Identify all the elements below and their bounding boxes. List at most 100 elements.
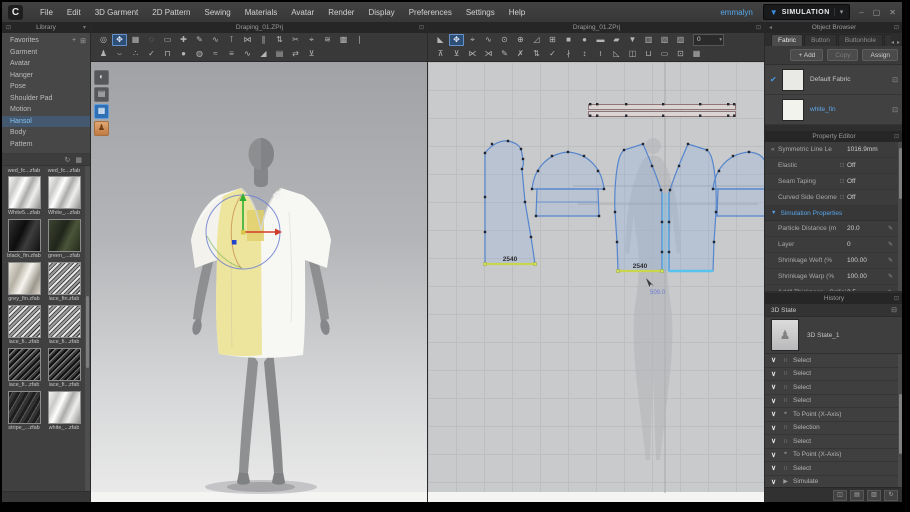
edit-point-icon[interactable]: ⌖ bbox=[465, 34, 480, 46]
sync-icon[interactable]: ⇄ bbox=[288, 48, 303, 60]
menu-item[interactable]: Display bbox=[361, 8, 401, 17]
property-value[interactable]: 100.00 bbox=[847, 257, 885, 264]
select-mesh-icon[interactable]: ▦ bbox=[128, 34, 143, 46]
object-browser-tab[interactable]: Topstitch bbox=[884, 34, 891, 46]
state-thumbnail[interactable]: ♟ bbox=[771, 319, 799, 351]
add-point-icon[interactable]: ⊕ bbox=[513, 34, 528, 46]
panel-collapse-icon[interactable]: ◂ bbox=[769, 24, 772, 31]
detach-sew-icon[interactable]: ✗ bbox=[513, 48, 528, 60]
seam-allowance-icon[interactable]: ▧ bbox=[657, 34, 672, 46]
fabric-thumbnail[interactable] bbox=[8, 176, 41, 209]
maximize-button[interactable]: ▢ bbox=[873, 8, 881, 17]
show-avatar-icon[interactable]: ♟ bbox=[94, 121, 109, 136]
library-folder-item[interactable]: Body bbox=[2, 127, 90, 139]
app-logo-icon[interactable]: C bbox=[8, 5, 23, 20]
fabric-thumbnail[interactable] bbox=[48, 305, 81, 338]
gizmo-depth-point[interactable] bbox=[232, 240, 237, 245]
history-header[interactable]: History ⊡ bbox=[765, 293, 902, 304]
viewport-2d-header[interactable]: Draping_01.ZPrj ⊡ bbox=[428, 22, 765, 33]
pattern-sleeve-right[interactable] bbox=[713, 152, 765, 216]
fabric-name[interactable]: white_fin bbox=[810, 106, 892, 113]
clone-pattern-icon[interactable]: ⊞ bbox=[545, 34, 560, 46]
view-thumb-icon[interactable]: ◫ bbox=[833, 490, 847, 501]
transform-icon[interactable]: ✚ bbox=[176, 34, 191, 46]
menu-item[interactable]: Avatar bbox=[284, 8, 321, 17]
menu-item[interactable]: Settings bbox=[459, 8, 502, 17]
fabric-file-label[interactable]: wed_fc...zfab bbox=[47, 168, 81, 174]
history-options-icon[interactable]: ⊟ bbox=[891, 306, 897, 314]
select-move-icon[interactable]: ✥ bbox=[112, 34, 127, 46]
property-value[interactable]: 100.00 bbox=[847, 273, 885, 280]
menu-item[interactable]: 3D Garment bbox=[88, 8, 146, 17]
layout-icon[interactable]: ▦ bbox=[689, 48, 704, 60]
arrange-points-icon[interactable]: ∴ bbox=[128, 48, 143, 60]
gizmo-origin[interactable] bbox=[241, 230, 246, 235]
fabric-thumbnail[interactable] bbox=[48, 219, 81, 252]
topstitch-icon[interactable]: ≈ bbox=[208, 48, 223, 60]
edit-sew-icon[interactable]: ✎ bbox=[497, 48, 512, 60]
history-item[interactable]: ∨ ⌖ To Point (X-Axis) bbox=[765, 408, 902, 422]
checkbox-icon[interactable]: □ bbox=[840, 194, 844, 201]
steam-icon[interactable]: ≋ bbox=[320, 34, 335, 46]
fabric-item[interactable]: green_...zfab bbox=[47, 219, 81, 259]
fabric-file-label[interactable]: wed_fc...zfab bbox=[7, 168, 41, 174]
chevron-down-icon[interactable]: ▾ bbox=[83, 24, 86, 31]
edit-curve-icon[interactable]: ∿ bbox=[481, 34, 496, 46]
close-button[interactable]: ✕ bbox=[889, 8, 896, 17]
tab-scroll-right-icon[interactable]: ▸ bbox=[897, 39, 900, 46]
solidify-icon[interactable]: ▩ bbox=[336, 34, 351, 46]
view-list-icon[interactable]: ▤ bbox=[850, 490, 864, 501]
pleat-icon[interactable]: ▥ bbox=[641, 34, 656, 46]
texture-editor-icon[interactable]: ▨ bbox=[673, 34, 688, 46]
history-item[interactable]: ∨ ∷ Select bbox=[765, 462, 902, 476]
history-state-item[interactable]: ♟ 3D State_1 bbox=[765, 317, 902, 354]
show-internal-lines-icon[interactable]: ▤ bbox=[94, 87, 109, 102]
sew-segment-icon[interactable]: ∥ bbox=[256, 34, 271, 46]
reset-history-icon[interactable]: ↻ bbox=[884, 490, 898, 501]
tab-scroll-left-icon[interactable]: ◂ bbox=[891, 39, 894, 46]
property-value[interactable]: 0 bbox=[847, 241, 885, 248]
fabric-thumbnail[interactable] bbox=[48, 391, 81, 424]
menu-item[interactable]: Preferences bbox=[402, 8, 459, 17]
viewport-3d-header[interactable]: Draping_01.ZPrj ⊡ bbox=[91, 22, 428, 33]
transform-2d-icon[interactable]: ◣ bbox=[433, 34, 448, 46]
fabric-item[interactable]: White_...zfab bbox=[47, 176, 81, 216]
property-value[interactable]: Off bbox=[847, 178, 885, 185]
hanger-icon[interactable]: ⊓ bbox=[160, 48, 175, 60]
history-item[interactable]: ∨ ∷ Select bbox=[765, 395, 902, 409]
pattern-sleeve-left[interactable] bbox=[532, 152, 604, 216]
fabric-item[interactable]: lace_fi...zfab bbox=[7, 305, 41, 345]
fabric-list-item[interactable]: white_fin ⊡ bbox=[765, 95, 902, 125]
simulation-properties-section[interactable]: ▼ Simulation Properties bbox=[765, 206, 902, 221]
segment-sew-icon[interactable]: ⊻ bbox=[449, 48, 464, 60]
add-fabric-button[interactable]: + Add bbox=[790, 49, 823, 61]
fabric-item[interactable]: White5...zfab bbox=[7, 176, 41, 216]
panel-float-icon[interactable]: ⊡ bbox=[894, 24, 899, 31]
grainline-icon[interactable]: ↕ bbox=[577, 48, 592, 60]
library-folder-item[interactable]: Shoulder Pad bbox=[2, 93, 90, 105]
property-value[interactable]: Off bbox=[847, 194, 885, 201]
edit-pencil-icon[interactable]: ✎ bbox=[885, 257, 893, 264]
history-item[interactable]: ∨ ∷ Select bbox=[765, 354, 902, 368]
pattern-front-right[interactable] bbox=[669, 144, 716, 271]
render-style-icon[interactable]: ◐ bbox=[94, 70, 109, 85]
menu-item[interactable]: Edit bbox=[60, 8, 88, 17]
user-name[interactable]: emmalyn bbox=[720, 8, 752, 17]
library-folder-item[interactable]: Pose bbox=[2, 81, 90, 93]
edit-curve-3d-icon[interactable]: ∿ bbox=[208, 34, 223, 46]
assign-fabric-button[interactable]: Assign bbox=[862, 49, 898, 61]
menu-item[interactable]: Help bbox=[502, 8, 532, 17]
property-value[interactable]: Off bbox=[847, 162, 885, 169]
library-folder-item[interactable]: Motion bbox=[2, 104, 90, 116]
panel-float-icon[interactable]: ⊡ bbox=[894, 133, 899, 140]
scissors-icon[interactable]: ✂ bbox=[288, 34, 303, 46]
fabric-swatch[interactable] bbox=[782, 99, 804, 121]
button-icon[interactable]: ● bbox=[176, 48, 191, 60]
check-sew-icon[interactable]: ✓ bbox=[545, 48, 560, 60]
edit-pencil-icon[interactable]: ✎ bbox=[885, 289, 893, 291]
panel-float-icon[interactable]: ⊡ bbox=[419, 24, 424, 31]
simulation-button[interactable]: ▼ SIMULATION ▾ bbox=[763, 4, 850, 20]
checkbox-icon[interactable]: □ bbox=[840, 178, 844, 185]
menu-item[interactable]: Materials bbox=[238, 8, 284, 17]
panel-float-icon[interactable]: ⊡ bbox=[6, 24, 11, 31]
